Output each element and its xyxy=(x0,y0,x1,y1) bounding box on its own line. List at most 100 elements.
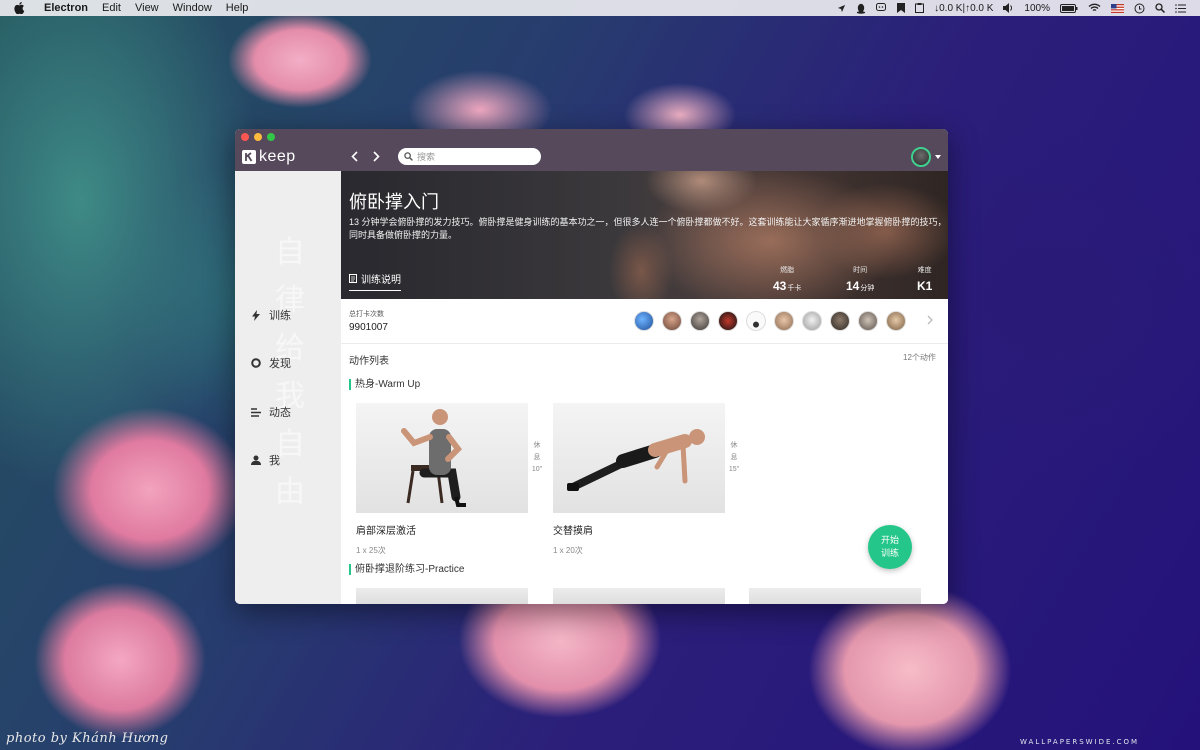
avatar[interactable] xyxy=(662,311,682,331)
tab-training-instructions[interactable]: 训练说明 xyxy=(349,271,401,291)
zoom-window-button[interactable] xyxy=(267,133,275,141)
sidebar-item-discover[interactable]: 发现 xyxy=(251,355,291,371)
stat-number: 14 xyxy=(846,279,860,293)
start-training-button[interactable]: 开始 训练 xyxy=(868,525,912,569)
checkin-row[interactable]: 总打卡次数 9901007 xyxy=(341,300,948,344)
network-speed: ↓0.0 K|↑0.0 K xyxy=(934,2,994,14)
rest-interval: 休息 10" xyxy=(530,440,544,476)
spotlight-icon[interactable] xyxy=(1155,3,1165,13)
menu-view[interactable]: View xyxy=(135,2,159,14)
stat-label: 难度 xyxy=(917,267,932,274)
avatar[interactable] xyxy=(774,311,794,331)
search-box[interactable] xyxy=(398,148,541,165)
stat-calories: 燃脂 43千卡 xyxy=(773,265,801,293)
course-hero-content: 俯卧撑入门 13 分钟学会俯卧撑的发力技巧。俯卧撑是健身训练的基本功之一，但很多… xyxy=(341,171,948,299)
wallpaper-credit: photo by Khánh Hương xyxy=(6,731,169,746)
titlebar: keep xyxy=(235,129,948,171)
checkin-label: 总打卡次数 xyxy=(349,311,384,318)
search-icon xyxy=(404,152,413,161)
rest-time: 15" xyxy=(728,466,740,473)
avatar[interactable] xyxy=(690,311,710,331)
close-window-button[interactable] xyxy=(241,133,249,141)
exercise-thumbnail[interactable] xyxy=(553,588,725,604)
battery-icon[interactable] xyxy=(1060,3,1078,13)
avatar[interactable] xyxy=(802,311,822,331)
notification-center-icon[interactable] xyxy=(1175,3,1186,13)
back-button[interactable] xyxy=(347,149,361,163)
sidebar-watermark: 自律给我自由 xyxy=(275,235,305,510)
circle-icon xyxy=(251,358,261,368)
section-practice-title: 俯卧撑退阶练习-Practice xyxy=(349,564,464,575)
menu-window[interactable]: Window xyxy=(173,2,212,14)
location-icon[interactable] xyxy=(837,4,846,13)
exercise-reps: 1 x 20次 xyxy=(553,546,583,555)
sidebar-item-training[interactable]: 训练 xyxy=(251,307,291,323)
tab-label: 训练说明 xyxy=(361,275,401,286)
avatar[interactable] xyxy=(746,311,766,331)
stat-value: K1 xyxy=(917,279,932,293)
avatar[interactable] xyxy=(886,311,906,331)
avatar[interactable] xyxy=(718,311,738,331)
avatar[interactable] xyxy=(858,311,878,331)
exercise-thumbnail[interactable] xyxy=(356,588,528,604)
user-avatar[interactable] xyxy=(911,147,931,167)
action-list-count: 12个动作 xyxy=(903,353,936,362)
keep-logo-icon xyxy=(242,150,256,164)
sidebar-item-label: 训练 xyxy=(269,310,291,322)
bookmark-icon[interactable] xyxy=(897,3,906,13)
sidebar: 自律给我自由 训练 发现 动态 我 xyxy=(235,171,341,604)
rest-label: 休息 xyxy=(533,442,541,461)
status-area: ↓0.0 K|↑0.0 K 100% xyxy=(837,3,1200,14)
qq-icon[interactable] xyxy=(856,3,866,14)
start-training-line1: 开始 xyxy=(880,535,899,545)
exercise-thumbnail[interactable] xyxy=(749,588,921,604)
avatar[interactable] xyxy=(634,311,654,331)
timemachine-icon[interactable] xyxy=(1134,3,1145,14)
us-flag-icon[interactable] xyxy=(1111,3,1124,13)
feed-icon xyxy=(251,407,261,417)
sidebar-item-feed[interactable]: 动态 xyxy=(251,404,291,420)
forward-button[interactable] xyxy=(369,149,383,163)
course-title: 俯卧撑入门 xyxy=(349,192,439,213)
start-training-line2: 训练 xyxy=(880,548,899,558)
battery-percent: 100% xyxy=(1024,2,1050,14)
wifi-icon[interactable] xyxy=(1088,3,1101,13)
stat-number: 43 xyxy=(773,279,787,293)
stat-number: K1 xyxy=(917,279,933,293)
macos-menubar: Electron Edit View Window Help ↓0.0 K|↑0… xyxy=(0,0,1200,16)
keep-logo-text: keep xyxy=(259,148,296,165)
keep-logo: keep xyxy=(242,148,296,166)
app-menu-electron[interactable]: Electron xyxy=(44,2,88,14)
exercise-thumbnail xyxy=(553,403,725,513)
course-description: 13 分钟学会俯卧撑的发力技巧。俯卧撑是健身训练的基本功之一，但很多人连一个俯卧… xyxy=(349,217,947,240)
wallpaper-site: WALLPAPERSWIDE.COM xyxy=(1020,738,1140,746)
section-warm-up-title: 热身-Warm Up xyxy=(349,379,420,390)
document-icon xyxy=(349,274,357,283)
exercise-card[interactable]: 交替摸肩 1 x 20次 xyxy=(553,403,725,556)
search-input[interactable] xyxy=(417,151,527,162)
menu-help[interactable]: Help xyxy=(226,2,249,14)
sidebar-item-label: 动态 xyxy=(269,407,291,419)
volume-icon[interactable] xyxy=(1003,3,1014,13)
stat-duration: 时间 14分钟 xyxy=(846,265,874,293)
checkin-count: 9901007 xyxy=(349,322,388,333)
window-controls xyxy=(241,133,275,141)
apple-icon[interactable] xyxy=(14,2,30,14)
wechat-icon[interactable] xyxy=(876,3,887,13)
exercise-reps: 1 x 25次 xyxy=(356,546,386,555)
exercise-name: 交替摸肩 xyxy=(553,526,593,537)
exercise-card[interactable]: 肩部深层激活 1 x 25次 xyxy=(356,403,528,556)
menu-edit[interactable]: Edit xyxy=(102,2,121,14)
sidebar-item-label: 我 xyxy=(269,455,280,467)
avatar[interactable] xyxy=(830,311,850,331)
bolt-icon xyxy=(251,309,261,321)
clipboard-icon[interactable] xyxy=(915,3,925,13)
sidebar-item-label: 发现 xyxy=(269,358,291,370)
sidebar-item-me[interactable]: 我 xyxy=(251,452,280,468)
minimize-window-button[interactable] xyxy=(254,133,262,141)
caret-down-icon[interactable] xyxy=(935,155,941,159)
stat-label: 燃脂 xyxy=(780,267,795,274)
chevron-right-icon[interactable] xyxy=(927,315,933,325)
rest-label: 休息 xyxy=(730,442,738,461)
stat-unit: 千卡 xyxy=(787,285,802,292)
